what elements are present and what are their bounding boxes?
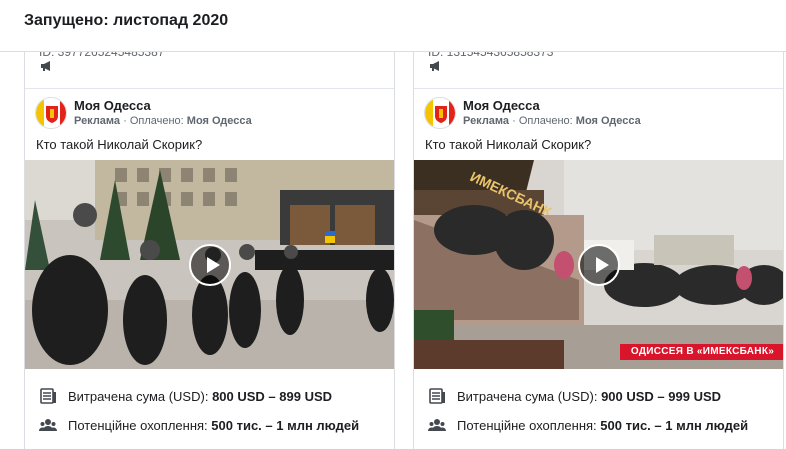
divider xyxy=(25,88,394,89)
reach-label: Потенційне охоплення: xyxy=(68,418,212,433)
meta-separator: · xyxy=(120,115,130,127)
paid-by-label: Оплачено: xyxy=(518,115,576,127)
ad-cards-area: ID: 3977265245485387 Моя Одесса Реклама … xyxy=(0,0,786,449)
ad-card: ID: 1315454365858373 Моя Одесса Реклама … xyxy=(413,28,784,449)
money-stack-icon xyxy=(429,388,445,404)
spent-label: Витрачена сума (USD): xyxy=(68,389,213,404)
advertiser-avatar[interactable] xyxy=(424,97,456,129)
play-icon[interactable] xyxy=(189,244,231,286)
reach-value: 500 тис. – 1 млн людей xyxy=(600,418,749,433)
section-title: Запущено: листопад 2020 xyxy=(24,12,229,29)
spent-label: Витрачена сума (USD): xyxy=(457,389,602,404)
sponsored-label: Реклама xyxy=(74,115,121,127)
advertiser-meta: Реклама · Оплачено: Моя Одесса xyxy=(463,115,641,127)
section-header: Запущено: листопад 2020 xyxy=(0,0,786,52)
advertiser-name[interactable]: Моя Одесса xyxy=(74,98,151,113)
people-icon xyxy=(39,419,57,431)
reach-label: Потенційне охоплення: xyxy=(457,418,601,433)
advertiser-avatar[interactable] xyxy=(35,97,67,129)
paid-by-label: Оплачено: xyxy=(129,115,187,127)
ad-body-text: Кто такой Николай Скорик? xyxy=(36,137,203,152)
meta-separator: · xyxy=(509,115,519,127)
advertiser-name[interactable]: Моя Одесса xyxy=(463,98,540,113)
paid-by-name: Моя Одесса xyxy=(186,115,252,127)
sponsored-label: Реклама xyxy=(463,115,510,127)
ad-video[interactable] xyxy=(25,160,394,369)
ad-body-text: Кто такой Николай Скорик? xyxy=(425,137,592,152)
video-caption: ОДИССЕЯ В «ИМЕКСБАНК» xyxy=(620,344,783,360)
divider xyxy=(414,88,783,89)
ad-video[interactable]: ИМЕКСБАНК ОДИССЕЯ В «ИМЕКСБАНК» xyxy=(414,160,783,369)
ad-card: ID: 3977265245485387 Моя Одесса Реклама … xyxy=(24,28,395,449)
people-icon xyxy=(428,419,446,431)
play-icon[interactable] xyxy=(578,244,620,286)
advertiser-header: Моя Одесса Реклама · Оплачено: Моя Одесс… xyxy=(33,95,386,131)
reach-value: 500 тис. – 1 млн людей xyxy=(211,418,360,433)
spent-value: 900 USD – 999 USD xyxy=(601,389,722,404)
megaphone-icon xyxy=(430,61,439,71)
paid-by-name: Моя Одесса xyxy=(575,115,641,127)
advertiser-meta: Реклама · Оплачено: Моя Одесса xyxy=(74,115,252,127)
spent-value: 800 USD – 899 USD xyxy=(212,389,333,404)
advertiser-header: Моя Одесса Реклама · Оплачено: Моя Одесс… xyxy=(422,95,775,131)
megaphone-icon xyxy=(41,61,50,71)
money-stack-icon xyxy=(40,388,56,404)
